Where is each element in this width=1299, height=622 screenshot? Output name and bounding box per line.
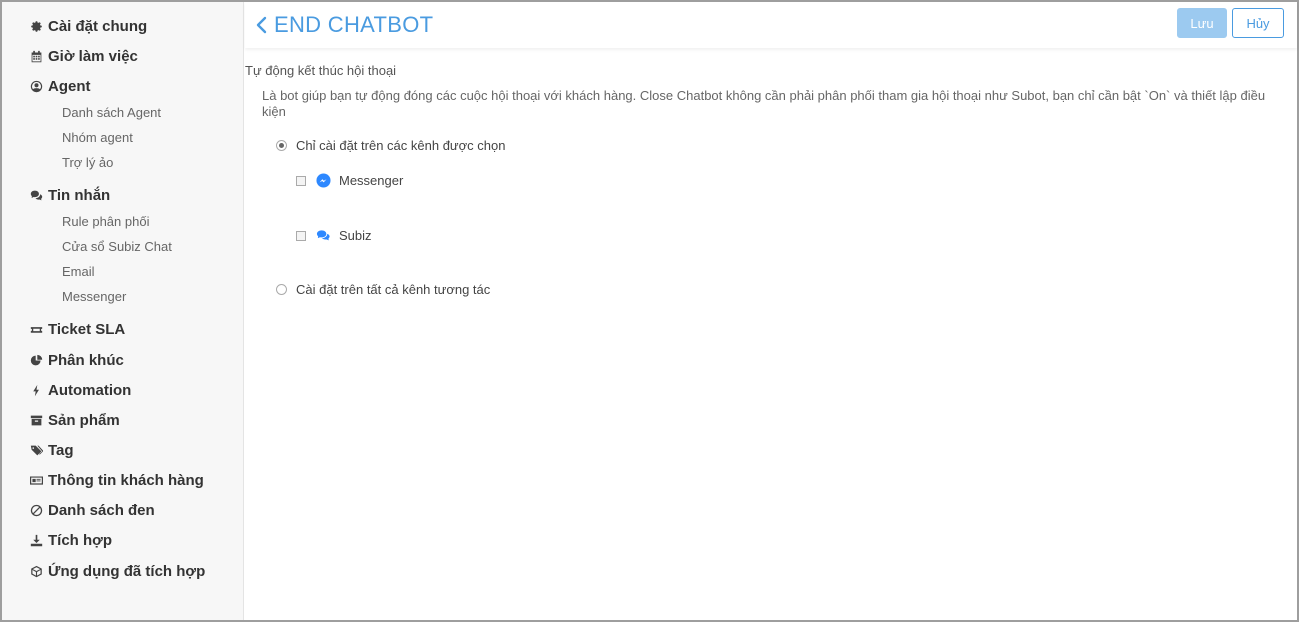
sidebar-item-segments[interactable]: Phân khúc [28,352,124,369]
section-description: Là bot giúp bạn tự động đóng các cuộc hộ… [262,88,1266,119]
sidebar-subitem-agent-list[interactable]: Danh sách Agent [62,105,161,120]
sidebar-subitem-messenger[interactable]: Messenger [62,289,126,304]
sidebar-item-label: Tin nhắn [48,187,111,204]
sidebar-item-label: Ứng dụng đã tích hợp [48,563,206,580]
sidebar-item-automation[interactable]: Automation [28,382,131,399]
pie-chart-icon [28,353,44,369]
cancel-button[interactable]: Hủy [1232,8,1284,38]
sidebar-item-ticket-sla[interactable]: Ticket SLA [28,321,125,338]
sidebar-item-label: Sản phẩm [48,412,120,429]
bolt-icon [28,383,44,399]
sidebar-subitem-subiz-chat-window[interactable]: Cửa sổ Subiz Chat [62,239,172,254]
radio-label: Chỉ cài đặt trên các kênh được chọn [296,138,506,153]
sidebar-item-label: Ticket SLA [48,321,126,338]
page-title: END CHATBOT [274,12,434,37]
checkbox-subiz[interactable] [296,230,306,241]
calendar-icon [28,49,44,65]
sidebar-subitem-email[interactable]: Email [62,264,95,279]
channel-label: Messenger [339,173,404,188]
sidebar-item-working-hours[interactable]: Giờ làm việc [28,48,138,65]
channel-option-subiz[interactable]: Subiz [296,228,372,243]
sidebar-item-label: Giờ làm việc [48,48,138,65]
sidebar-item-messages[interactable]: Tin nhắn [28,187,110,204]
sidebar-item-customer-info[interactable]: Thông tin khách hàng [28,472,204,489]
cube-icon [28,564,44,580]
user-circle-icon [28,79,44,95]
checkbox-messenger[interactable] [296,175,306,186]
chat-bubbles-icon [28,188,44,204]
section-title: Tự động kết thúc hội thoại [245,63,397,78]
sidebar-item-integrated-apps[interactable]: Ứng dụng đã tích hợp [28,563,205,580]
archive-icon [28,413,44,429]
radio-selected-channels[interactable]: Chỉ cài đặt trên các kênh được chọn [276,138,505,153]
sidebar-item-label: Phân khúc [48,352,124,369]
sidebar-item-label: Automation [48,382,132,399]
tags-icon [28,443,44,459]
ban-icon [28,503,44,519]
radio-button-unchecked[interactable] [276,284,287,295]
sidebar-subitem-distribution-rule[interactable]: Rule phân phối [62,214,149,229]
radio-label: Cài đặt trên tất cả kênh tương tác [296,282,491,297]
sidebar-subitem-agent-group[interactable]: Nhóm agent [62,130,133,145]
ticket-icon [28,322,44,338]
page-header: END CHATBOT Lưu Hủy [245,2,1297,48]
sidebar-item-label: Tích hợp [48,532,112,549]
messenger-icon [316,173,331,188]
id-card-icon [28,473,44,489]
sidebar-item-label: Tag [48,442,74,459]
sidebar-item-label: Cài đặt chung [48,18,148,35]
settings-sidebar: Cài đặt chung Giờ làm việc Agent Danh sá… [2,2,244,620]
save-button[interactable]: Lưu [1177,8,1227,38]
download-icon [28,533,44,549]
sidebar-item-tag[interactable]: Tag [28,442,74,459]
sidebar-subitem-virtual-assistant[interactable]: Trợ lý ảo [62,155,113,170]
subiz-chat-icon [316,228,331,243]
sidebar-item-general-settings[interactable]: Cài đặt chung [28,18,147,35]
channel-option-messenger[interactable]: Messenger [296,173,403,188]
radio-all-channels[interactable]: Cài đặt trên tất cả kênh tương tác [276,282,490,297]
back-button[interactable]: END CHATBOT [255,12,433,38]
sidebar-item-label: Thông tin khách hàng [48,472,204,489]
chevron-left-icon [255,16,269,34]
sidebar-item-label: Danh sách đen [48,502,155,519]
sidebar-item-label: Agent [48,78,91,95]
gear-icon [28,19,44,35]
radio-button-checked[interactable] [276,140,287,151]
sidebar-item-agent[interactable]: Agent [28,78,91,95]
sidebar-item-integrations[interactable]: Tích hợp [28,532,112,549]
sidebar-item-blacklist[interactable]: Danh sách đen [28,502,155,519]
channel-label: Subiz [339,228,372,243]
sidebar-item-products[interactable]: Sản phẩm [28,412,120,429]
